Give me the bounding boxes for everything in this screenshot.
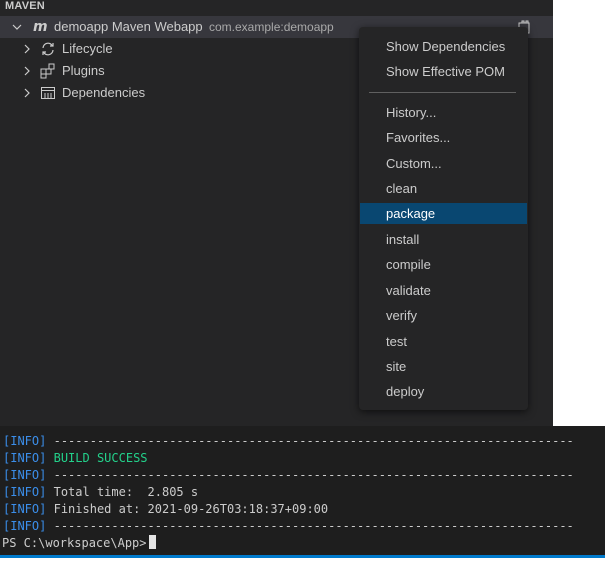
menu-item-compile[interactable]: compile <box>360 254 527 275</box>
info-tag: [INFO] <box>3 468 47 482</box>
menu-item-deploy[interactable]: deploy <box>360 381 527 402</box>
terminal-cursor <box>148 535 156 549</box>
panel-header: MAVEN <box>5 0 45 12</box>
terminal-panel[interactable]: [INFO] ---------------------------------… <box>0 426 605 555</box>
menu-item-custom[interactable]: Custom... <box>360 153 527 174</box>
menu-item-validate[interactable]: validate <box>360 280 527 301</box>
menu-item-history[interactable]: History... <box>360 102 527 123</box>
menu-item-show-effective-pom[interactable]: Show Effective POM <box>360 61 527 82</box>
total-time: Total time: 2.805 s <box>53 485 199 499</box>
extensions-icon <box>40 60 56 82</box>
terminal-prompt-line[interactable]: PS C:\workspace\App> <box>2 535 156 552</box>
menu-item-clean[interactable]: clean <box>360 178 527 199</box>
terminal-line: [INFO] BUILD SUCCESS <box>3 450 148 467</box>
terminal-line: [INFO] ---------------------------------… <box>3 467 574 484</box>
terminal-line: [INFO] Finished at: 2021-09-26T03:18:37+… <box>3 501 328 518</box>
menu-item-show-dependencies[interactable]: Show Dependencies <box>360 36 527 57</box>
info-tag: [INFO] <box>3 502 47 516</box>
build-status: BUILD SUCCESS <box>53 451 148 465</box>
library-icon <box>40 82 56 104</box>
info-tag: [INFO] <box>3 485 47 499</box>
terminal-line: [INFO] ---------------------------------… <box>3 433 574 450</box>
terminal-dashes: ----------------------------------------… <box>53 434 574 448</box>
menu-item-favorites[interactable]: Favorites... <box>360 127 527 148</box>
menu-item-test[interactable]: test <box>360 331 527 352</box>
terminal-clipped-line <box>0 426 605 430</box>
finished-at: Finished at: 2021-09-26T03:18:37+09:00 <box>53 502 329 516</box>
menu-item-site[interactable]: site <box>360 356 527 377</box>
chevron-down-icon[interactable] <box>12 16 22 38</box>
terminal-prompt: PS C:\workspace\App> <box>2 536 147 550</box>
terminal-dashes: ----------------------------------------… <box>53 468 574 482</box>
tree-item-dependencies[interactable]: Dependencies <box>62 82 145 104</box>
project-artifact: com.example:demoapp <box>209 20 334 34</box>
terminal-line: [INFO] Total time: 2.805 s <box>3 484 198 501</box>
info-tag: [INFO] <box>3 451 47 465</box>
chevron-right-icon[interactable] <box>22 82 32 104</box>
menu-item-package[interactable]: package <box>360 203 527 224</box>
project-name[interactable]: demoapp Maven Webapp <box>54 16 203 38</box>
info-tag: [INFO] <box>3 519 47 533</box>
sync-icon <box>40 38 56 60</box>
chevron-right-icon[interactable] <box>22 60 32 82</box>
tree-item-plugins[interactable]: Plugins <box>62 60 105 82</box>
context-menu: Show Dependencies Show Effective POM His… <box>359 27 528 410</box>
terminal-line: [INFO] ---------------------------------… <box>3 518 574 535</box>
chevron-right-icon[interactable] <box>22 38 32 60</box>
menu-item-verify[interactable]: verify <box>360 305 527 326</box>
info-tag: [INFO] <box>3 434 47 448</box>
menu-item-install[interactable]: install <box>360 229 527 250</box>
menu-separator <box>369 92 516 93</box>
maven-logo-icon: m <box>33 19 48 35</box>
tree-item-lifecycle[interactable]: Lifecycle <box>62 38 113 60</box>
terminal-dashes: ----------------------------------------… <box>53 519 574 533</box>
terminal-bottom-border <box>0 555 605 558</box>
